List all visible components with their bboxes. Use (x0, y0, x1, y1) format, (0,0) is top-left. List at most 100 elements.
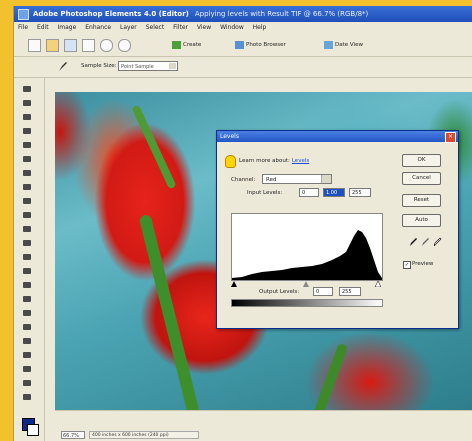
cancel-button[interactable]: Cancel (402, 172, 441, 185)
flower-stem (138, 213, 204, 410)
gray-eyedropper-icon[interactable] (422, 237, 430, 246)
shortcuts-bar: Create Photo Browser Date View (14, 34, 472, 57)
menu-select[interactable]: Select (146, 24, 165, 31)
pencil-tool-icon[interactable] (21, 294, 33, 304)
yellow-page-frame: Adobe Photoshop Elements 4.0 (Editor) App… (0, 0, 472, 441)
photo-browser-label: Photo Browser (246, 42, 286, 48)
sponge-tool-icon[interactable] (21, 378, 33, 388)
clone-stamp-tool-icon[interactable] (21, 266, 33, 276)
auto-button[interactable]: Auto (402, 214, 441, 227)
lasso-tool-icon[interactable] (21, 154, 33, 164)
create-label: Create (183, 42, 202, 48)
gamma-handle[interactable] (303, 281, 309, 287)
menu-view[interactable]: View (197, 24, 211, 31)
brush-tool-icon[interactable] (21, 308, 33, 318)
toolbox (14, 78, 45, 441)
menu-bar: File Edit Image Enhance Layer Select Fil… (14, 22, 472, 34)
menu-layer[interactable]: Layer (120, 24, 137, 31)
app-window: Adobe Photoshop Elements 4.0 (Editor) App… (13, 6, 472, 441)
gradient-tool-icon[interactable] (21, 336, 33, 346)
shape-tool-icon[interactable] (21, 350, 33, 360)
histogram-graph (232, 230, 382, 280)
sample-size-select[interactable]: Point Sample (118, 61, 178, 71)
document-info: 400 inches x 600 inches (240 ppi) (89, 431, 199, 439)
chevron-down-icon (321, 175, 331, 183)
paint-bucket-tool-icon[interactable] (21, 322, 33, 332)
window-title: Adobe Photoshop Elements 4.0 (Editor) (33, 10, 189, 18)
flower-stem (311, 342, 349, 410)
menu-enhance[interactable]: Enhance (85, 24, 111, 31)
selection-brush-tool-icon[interactable] (21, 182, 33, 192)
output-black-field[interactable]: 0 (313, 287, 333, 296)
cookie-cutter-tool-icon[interactable] (21, 224, 33, 234)
menu-filter[interactable]: Filter (173, 24, 188, 31)
levels-dialog-title: Levels (217, 131, 458, 142)
smudge-tool-icon[interactable] (21, 392, 33, 402)
crop-tool-icon[interactable] (21, 210, 33, 220)
input-black-field[interactable]: 0 (299, 188, 319, 197)
zoom-tool-icon[interactable] (21, 98, 33, 108)
healing-brush-tool-icon[interactable] (21, 252, 33, 262)
status-bar: 66.7% 400 inches x 600 inches (240 ppi) (55, 429, 472, 441)
new-file-icon[interactable] (28, 39, 41, 52)
date-view-button[interactable]: Date View (324, 39, 363, 51)
black-point-handle[interactable] (231, 281, 237, 287)
output-levels-label: Output Levels: (259, 289, 300, 295)
preview-checkbox[interactable]: ✓ (403, 261, 411, 269)
white-point-handle[interactable] (374, 281, 381, 287)
horizontal-scrollbar[interactable] (55, 410, 472, 423)
window-subtitle: Applying levels with Result TIF @ 66.7% … (194, 10, 369, 18)
flower-stem (131, 104, 177, 190)
red-eye-tool-icon[interactable] (21, 238, 33, 248)
close-icon[interactable]: × (445, 132, 456, 143)
channel-value: Red (266, 177, 277, 183)
zoom-field[interactable]: 66.7% (61, 431, 85, 439)
black-eyedropper-icon[interactable] (410, 237, 418, 246)
photo-browser-button[interactable]: Photo Browser (235, 39, 286, 51)
app-icon (18, 9, 29, 20)
blur-tool-icon[interactable] (21, 364, 33, 374)
print-icon[interactable] (82, 39, 95, 52)
menu-image[interactable]: Image (58, 24, 77, 31)
options-bar: Sample Size: Point Sample (14, 57, 472, 78)
output-levels-slider[interactable] (231, 299, 383, 307)
menu-help[interactable]: Help (253, 24, 267, 31)
learn-more-text: Learn more about: (239, 158, 290, 164)
output-white-field[interactable]: 255 (339, 287, 361, 296)
histogram (231, 213, 383, 281)
reset-button[interactable]: Reset (402, 194, 441, 207)
white-eyedropper-icon[interactable] (434, 237, 442, 246)
channel-select[interactable]: Red (262, 174, 332, 184)
photo-browser-icon (235, 40, 244, 49)
date-view-icon (324, 40, 333, 49)
redo-icon[interactable] (118, 39, 131, 52)
input-gamma-field[interactable]: 1.00 (323, 188, 345, 197)
marquee-tool-icon[interactable] (21, 140, 33, 150)
hand-tool-icon[interactable] (21, 112, 33, 122)
title-bar: Adobe Photoshop Elements 4.0 (Editor) App… (14, 6, 472, 22)
lightbulb-icon (225, 155, 236, 168)
create-button[interactable]: Create (172, 39, 201, 51)
input-levels-label: Input Levels: (247, 190, 283, 196)
ok-button[interactable]: OK (402, 154, 441, 167)
eraser-tool-icon[interactable] (21, 280, 33, 290)
preview-label: Preview (412, 261, 434, 267)
date-view-label: Date View (335, 42, 363, 48)
input-white-field[interactable]: 255 (349, 188, 371, 197)
sample-size-label: Sample Size: (81, 63, 117, 69)
menu-window[interactable]: Window (220, 24, 244, 31)
channel-label: Channel: (231, 177, 256, 183)
magic-wand-tool-icon[interactable] (21, 168, 33, 178)
save-icon[interactable] (64, 39, 77, 52)
learn-more-link[interactable]: Levels (292, 158, 309, 164)
move-tool-icon[interactable] (21, 84, 33, 94)
eyedropper-tool-icon[interactable] (21, 126, 33, 136)
learn-more: Learn more about: Levels (239, 158, 309, 164)
eyedropper-icon[interactable] (58, 61, 68, 72)
background-color-swatch[interactable] (27, 424, 39, 436)
menu-edit[interactable]: Edit (37, 24, 49, 31)
type-tool-icon[interactable] (21, 196, 33, 206)
menu-file[interactable]: File (18, 24, 28, 31)
undo-icon[interactable] (100, 39, 113, 52)
open-file-icon[interactable] (46, 39, 59, 52)
